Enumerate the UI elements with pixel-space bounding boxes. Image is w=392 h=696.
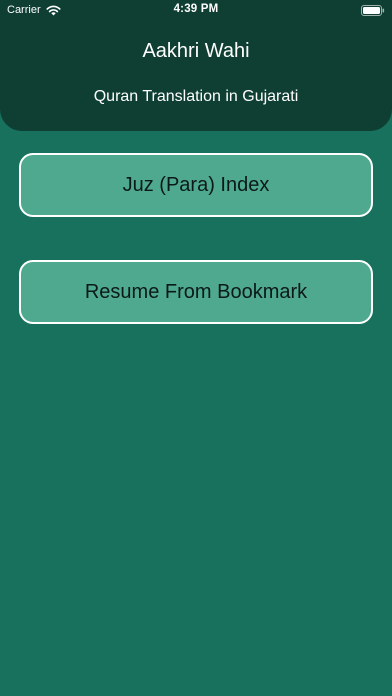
header: Carrier 4:39 PM Aakhri Wahi Quran Transl… <box>0 0 392 131</box>
status-bar: Carrier 4:39 PM <box>0 0 392 22</box>
battery-icon <box>361 5 385 16</box>
status-time: 4:39 PM <box>173 3 219 15</box>
app-subtitle: Quran Translation in Gujarati <box>93 88 299 105</box>
juz-index-button[interactable]: Juz (Para) Index <box>19 153 373 217</box>
resume-bookmark-label: Resume From Bookmark <box>84 280 308 303</box>
resume-bookmark-button[interactable]: Resume From Bookmark <box>19 260 373 324</box>
app-title: Aakhri Wahi <box>142 40 250 62</box>
juz-index-label: Juz (Para) Index <box>122 173 270 196</box>
